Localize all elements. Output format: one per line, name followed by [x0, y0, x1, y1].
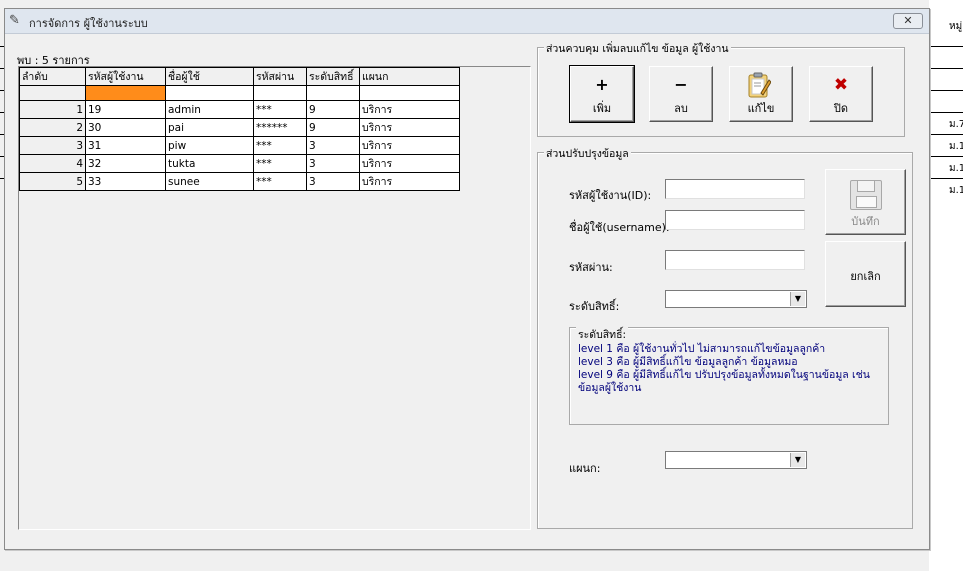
cell-dept[interactable]: บริการ [359, 154, 460, 173]
cell-level[interactable]: 3 [306, 136, 360, 155]
table-cell[interactable] [359, 85, 460, 101]
background-cell: ม.1 [949, 163, 963, 174]
table-row[interactable]: 5 33 sunee *** 3 บริการ [19, 172, 460, 191]
cell-dept[interactable]: บริการ [359, 136, 460, 155]
user-management-dialog: ✎ การจัดการ ผู้ใช้งานระบบ ✕ พบ : 5 รายกา… [4, 8, 930, 550]
user-table: ลำดับ รหัสผู้ใช้งาน ชื่อผู้ใช้ รหัสผ่าน … [19, 67, 460, 191]
cell-username[interactable]: sunee [165, 172, 254, 191]
table-cell[interactable] [253, 85, 307, 101]
password-label: รหัสผ่าน: [569, 261, 613, 274]
column-header-username[interactable]: ชื่อผู้ใช้ [165, 67, 254, 86]
background-grid: หมู่ ม.7 ม.1 ม.1 ม.1 [929, 0, 963, 571]
window-close-button[interactable]: ✕ [893, 13, 923, 29]
table-cell[interactable] [306, 85, 360, 101]
cell-id[interactable]: 30 [85, 118, 166, 137]
level-info-box: ระดับสิทธิ์: level 1 คือ ผู้ใช้งานทั่วไป… [569, 326, 889, 425]
cancel-button-label: ยกเลิก [850, 270, 881, 283]
column-header-level[interactable]: ระดับสิทธิ์ [306, 67, 360, 86]
clipboard-pencil-icon [748, 72, 771, 98]
table-row[interactable]: 1 19 admin *** 9 บริการ [19, 100, 460, 119]
id-label: รหัสผู้ใช้งาน(ID): [569, 189, 652, 202]
delete-button[interactable]: − ลบ [649, 66, 713, 122]
column-header-id[interactable]: รหัสผู้ใช้งาน [85, 67, 166, 86]
cell-level[interactable]: 3 [306, 172, 360, 191]
add-button-label: เพิ่ม [592, 102, 612, 115]
edit-button-label: แก้ไข [747, 102, 775, 115]
background-cell: ม.1 [949, 185, 963, 196]
cell-password[interactable]: ****** [253, 118, 307, 137]
cell-id[interactable]: 32 [85, 154, 166, 173]
floppy-disk-icon [850, 180, 882, 210]
level-select[interactable]: ▼ [665, 290, 807, 308]
level-label: ระดับสิทธิ์: [569, 300, 620, 313]
background-col-header: หมู่ [949, 21, 963, 32]
titlebar[interactable]: ✎ การจัดการ ผู้ใช้งานระบบ ✕ [5, 9, 929, 34]
password-field[interactable] [665, 250, 805, 270]
table-cell[interactable] [165, 85, 254, 101]
form-group-label: ส่วนปรับปรุงข้อมูล [544, 145, 631, 162]
controls-group-label: ส่วนควบคุม เพิ่มลบแก้ไข ข้อมูล ผู้ใช้งาน [544, 40, 731, 57]
row-number[interactable]: 1 [19, 100, 86, 119]
cell-dept[interactable]: บริการ [359, 118, 460, 137]
app-icon: ✎ [9, 13, 20, 28]
row-number[interactable]: 4 [19, 154, 86, 173]
row-number[interactable]: 2 [19, 118, 86, 137]
user-grid[interactable]: ลำดับ รหัสผู้ใช้งาน ชื่อผู้ใช้ รหัสผ่าน … [18, 66, 531, 530]
cell-level[interactable]: 9 [306, 100, 360, 119]
username-field[interactable] [665, 210, 805, 230]
column-header-no[interactable]: ลำดับ [19, 67, 86, 86]
row-header[interactable] [19, 85, 86, 101]
cell-username[interactable]: admin [165, 100, 254, 119]
dept-label: แผนก: [569, 462, 601, 475]
selected-cell[interactable] [85, 85, 166, 101]
minus-icon: − [674, 75, 688, 94]
background-cell: ม.7 [949, 119, 963, 130]
window-title: การจัดการ ผู้ใช้งานระบบ [29, 17, 148, 30]
new-entry-row[interactable] [19, 85, 460, 101]
cell-password[interactable]: *** [253, 136, 307, 155]
table-row[interactable]: 3 31 piw *** 3 บริการ [19, 136, 460, 155]
cell-id[interactable]: 19 [85, 100, 166, 119]
row-number[interactable]: 3 [19, 136, 86, 155]
cell-dept[interactable]: บริการ [359, 172, 460, 191]
cell-username[interactable]: tukta [165, 154, 254, 173]
table-row[interactable]: 2 30 pai ****** 9 บริการ [19, 118, 460, 137]
table-row[interactable]: 4 32 tukta *** 3 บริการ [19, 154, 460, 173]
save-button[interactable]: บันทึก [825, 169, 906, 235]
cancel-button[interactable]: ยกเลิก [825, 241, 906, 307]
column-header-password[interactable]: รหัสผ่าน [253, 67, 307, 86]
cell-dept[interactable]: บริการ [359, 100, 460, 119]
close-button-label: ปิด [833, 102, 849, 115]
save-button-label: บันทึก [851, 215, 880, 228]
cell-id[interactable]: 33 [85, 172, 166, 191]
cell-username[interactable]: piw [165, 136, 254, 155]
chevron-down-icon[interactable]: ▼ [790, 292, 805, 306]
id-field[interactable] [665, 179, 805, 199]
dept-select[interactable]: ▼ [665, 451, 807, 469]
chevron-down-icon[interactable]: ▼ [790, 453, 805, 467]
cell-password[interactable]: *** [253, 154, 307, 173]
username-label: ชื่อผู้ใช้(username): [569, 221, 670, 234]
close-button[interactable]: ✖ ปิด [809, 66, 873, 122]
plus-icon: + [595, 75, 609, 94]
background-cell: ม.1 [949, 141, 963, 152]
add-button[interactable]: + เพิ่ม [569, 65, 635, 123]
cell-password[interactable]: *** [253, 100, 307, 119]
delete-button-label: ลบ [674, 102, 688, 115]
table-header-row: ลำดับ รหัสผู้ใช้งาน ชื่อผู้ใช้ รหัสผ่าน … [19, 67, 460, 86]
edit-button[interactable]: แก้ไข [729, 66, 793, 122]
close-x-icon: ✖ [833, 75, 849, 95]
cell-id[interactable]: 31 [85, 136, 166, 155]
cell-username[interactable]: pai [165, 118, 254, 137]
column-header-dept[interactable]: แผนก [359, 67, 460, 86]
cell-level[interactable]: 9 [306, 118, 360, 137]
cell-level[interactable]: 3 [306, 154, 360, 173]
row-number[interactable]: 5 [19, 172, 86, 191]
cell-password[interactable]: *** [253, 172, 307, 191]
level-info-line: ข้อมูลผู้ใช้งาน [578, 382, 642, 394]
